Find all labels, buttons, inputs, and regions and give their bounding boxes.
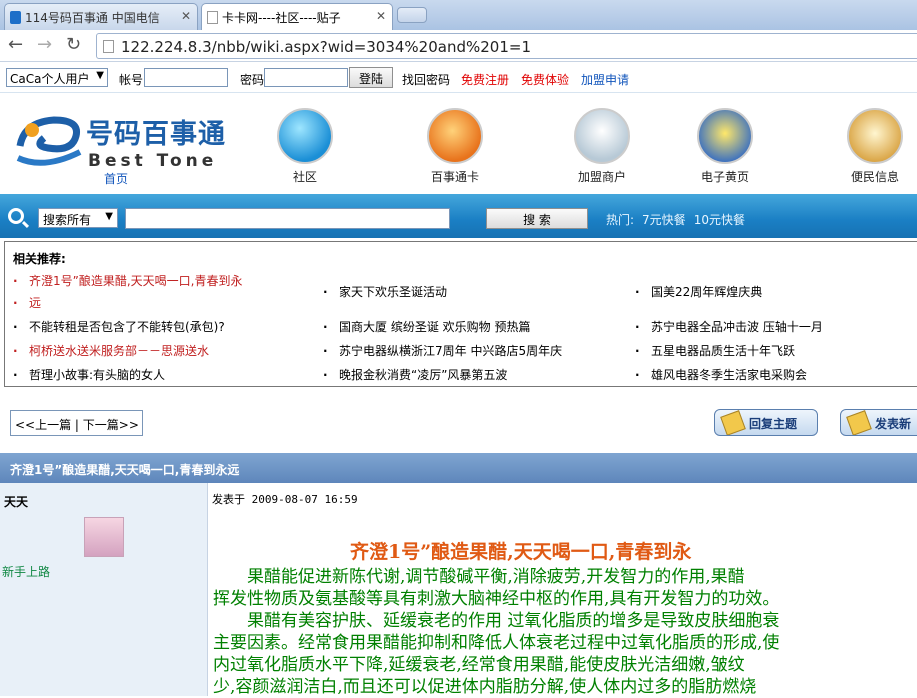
recommend-link[interactable]: 雄风电器冬季生活家电采购会 bbox=[635, 366, 807, 384]
avatar bbox=[84, 517, 124, 557]
post-title: 齐澄1号”酿造果醋,天天喝一口,青春到永 bbox=[350, 541, 692, 563]
recommend-link[interactable]: 国商大厦 缤纷圣诞 欢乐购物 预热篇 bbox=[323, 318, 530, 336]
pen-icon bbox=[720, 410, 746, 435]
nav-label: 电子黄页 bbox=[700, 170, 749, 184]
new-post-label: 发表新 bbox=[875, 417, 912, 431]
post-meta: 发表于 2009-08-07 16:59 bbox=[212, 493, 358, 506]
post-body: 果醋能促进新陈代谢,调节酸碱平衡,消除疲劳,开发智力的作用,果醋 挥发性物质及氨… bbox=[213, 566, 917, 698]
body-line: 少,容颜滋润洁白,而且还可以促进体内脂肪分解,使人体内过多的脂肪燃烧 bbox=[213, 677, 757, 697]
nav-label: 社区 bbox=[292, 170, 317, 184]
card-icon bbox=[427, 108, 483, 164]
author-panel: 天天 新手上路 bbox=[0, 483, 208, 696]
page-icon bbox=[103, 40, 114, 53]
body-line: 内过氧化脂质水平下降,延缓衰老,经常食用果醋,能使皮肤光洁细嫩,皱纹 bbox=[213, 655, 745, 675]
forward-arrow-icon[interactable]: → bbox=[37, 34, 52, 55]
reload-icon[interactable]: ↻ bbox=[66, 34, 81, 55]
prev-next-pager[interactable]: <<上一篇 | 下一篇>> bbox=[10, 410, 143, 436]
search-input[interactable] bbox=[125, 208, 450, 229]
yellowpages-icon bbox=[697, 108, 753, 164]
url-text: 122.224.8.3/nbb/wiki.aspx?wid=3034%20and… bbox=[121, 38, 531, 56]
body-line: 挥发性物质及氨基酸等具有刺激大脑神经中枢的作用,具有开发智力的功效。 bbox=[213, 589, 780, 609]
browser-tab-2[interactable]: 卡卡网----社区----贴子 ✕ bbox=[201, 3, 393, 31]
account-label: 帐号 bbox=[119, 73, 144, 87]
author-rank: 新手上路 bbox=[2, 565, 51, 579]
nav-label: 加盟商户 bbox=[577, 170, 626, 184]
forgot-password-link[interactable]: 找回密码 bbox=[402, 71, 450, 88]
best-tone-logo[interactable] bbox=[14, 108, 90, 173]
account-input[interactable] bbox=[144, 68, 228, 87]
reply-label: 回复主题 bbox=[749, 417, 798, 431]
search-button[interactable]: 搜 索 bbox=[486, 208, 588, 229]
recommend-link[interactable]: 柯桥送水送米服务部－－思源送水 bbox=[13, 342, 209, 360]
author-name[interactable]: 天天 bbox=[4, 493, 28, 510]
recommend-link[interactable]: 不能转租是否包含了不能转包(承包)? bbox=[13, 318, 225, 336]
site-favicon-icon bbox=[10, 11, 21, 24]
recommend-title: 相关推荐: bbox=[13, 252, 66, 266]
register-link[interactable]: 免费注册 bbox=[461, 71, 509, 88]
body-line: 主要因素。经常食用果醋能抑制和降低人体衰老过程中过氧化脂质的形成,使 bbox=[213, 633, 780, 653]
user-type-value: CaCa个人用户 bbox=[10, 72, 90, 86]
address-bar[interactable]: 122.224.8.3/nbb/wiki.aspx?wid=3034%20and… bbox=[96, 33, 917, 59]
search-scope-select[interactable]: 搜索所有 ▼ bbox=[38, 208, 118, 228]
pen-icon bbox=[846, 410, 872, 435]
recommend-link[interactable]: 五星电器品质生活十年飞跃 bbox=[635, 342, 795, 360]
user-type-select[interactable]: CaCa个人用户 ▼ bbox=[6, 68, 108, 87]
new-tab-button[interactable] bbox=[397, 7, 427, 23]
hot-searches: 热门: 7元快餐 10元快餐 bbox=[606, 211, 753, 228]
related-recommendations: 相关推荐: 齐澄1号”酿造果醋,天天喝一口,青春到永 远 家天下欢乐圣诞活动 国… bbox=[4, 241, 917, 387]
site-header: 号码百事通 Best Tone 首页 社区 百事通卡 加盟商户 电子黄页 便民信… bbox=[0, 94, 917, 194]
book-icon bbox=[847, 108, 903, 164]
browser-tab-bar: 114号码百事通 中国电信 ✕ 卡卡网----社区----贴子 ✕ bbox=[0, 0, 917, 31]
dropdown-arrow-icon: ▼ bbox=[105, 211, 113, 222]
search-scope-value: 搜索所有 bbox=[43, 213, 92, 227]
password-input[interactable] bbox=[264, 68, 348, 87]
nav-label: 便民信息 bbox=[850, 170, 899, 184]
close-icon[interactable]: ✕ bbox=[181, 9, 191, 23]
login-bar: CaCa个人用户 ▼ 帐号 密码 登陆 找回密码 免费注册 免费体验 加盟申请 bbox=[0, 63, 917, 93]
tab-title: 卡卡网----社区----贴子 bbox=[222, 11, 341, 25]
smiley-icon bbox=[277, 108, 333, 164]
new-post-button[interactable]: 发表新 bbox=[840, 409, 917, 436]
search-icon bbox=[8, 208, 24, 224]
login-button[interactable]: 登陆 bbox=[349, 67, 393, 88]
shop-icon bbox=[574, 108, 630, 164]
nav-home[interactable]: 首页 bbox=[104, 170, 128, 187]
post-header: 齐澄1号”酿造果醋,天天喝一口,青春到永远 bbox=[0, 453, 917, 483]
tab-title: 114号码百事通 中国电信 bbox=[25, 11, 160, 25]
page-favicon-icon bbox=[207, 11, 218, 24]
browser-tab-1[interactable]: 114号码百事通 中国电信 ✕ bbox=[4, 3, 198, 30]
join-link[interactable]: 加盟申请 bbox=[581, 71, 629, 88]
recommend-link[interactable]: 苏宁电器全品冲击波 压轴十一月 bbox=[635, 318, 823, 336]
logo-swirl-icon bbox=[16, 116, 82, 166]
logo-english: Best Tone bbox=[88, 151, 218, 171]
nav-label: 百事通卡 bbox=[430, 170, 479, 184]
hot-link[interactable]: 10元快餐 bbox=[694, 213, 745, 227]
nav-community[interactable]: 社区 bbox=[260, 108, 350, 185]
recommend-link[interactable]: 国美22周年辉煌庆典 bbox=[635, 283, 762, 301]
browser-toolbar: ← → ↻ 122.224.8.3/nbb/wiki.aspx?wid=3034… bbox=[0, 30, 917, 62]
recommend-link[interactable]: 苏宁电器纵横浙江7周年 中兴路店5周年庆 bbox=[323, 342, 562, 360]
password-label: 密码 bbox=[240, 73, 265, 87]
logo-chinese: 号码百事通 bbox=[86, 119, 226, 150]
close-icon[interactable]: ✕ bbox=[376, 9, 386, 23]
recommend-link[interactable]: 齐澄1号”酿造果醋,天天喝一口,青春到永 bbox=[13, 272, 243, 290]
search-bar: 搜索所有 ▼ 搜 索 热门: 7元快餐 10元快餐 bbox=[0, 194, 917, 238]
nav-card[interactable]: 百事通卡 bbox=[410, 108, 500, 185]
nav-yellow-pages[interactable]: 电子黄页 bbox=[680, 108, 770, 185]
hot-link[interactable]: 7元快餐 bbox=[642, 213, 686, 227]
recommend-link[interactable]: 哲理小故事:有头脑的女人 bbox=[13, 366, 165, 384]
recommend-link-continued[interactable]: 远 bbox=[13, 294, 41, 312]
body-line: 果醋有美容护肤、延缓衰老的作用 过氧化脂质的增多是导致皮肤细胞衰 bbox=[213, 611, 780, 631]
recommend-link[interactable]: 晚报金秋消费“凌厉”风暴第五波 bbox=[323, 366, 507, 384]
nav-merchants[interactable]: 加盟商户 bbox=[557, 108, 647, 185]
nav-info[interactable]: 便民信息 bbox=[830, 108, 917, 185]
recommend-link[interactable]: 家天下欢乐圣诞活动 bbox=[323, 283, 447, 301]
back-arrow-icon[interactable]: ← bbox=[8, 34, 23, 55]
hot-label: 热门: bbox=[606, 213, 635, 227]
reply-topic-button[interactable]: 回复主题 bbox=[714, 409, 818, 436]
trial-link[interactable]: 免费体验 bbox=[521, 71, 569, 88]
body-line: 果醋能促进新陈代谢,调节酸碱平衡,消除疲劳,开发智力的作用,果醋 bbox=[213, 567, 745, 587]
dropdown-arrow-icon: ▼ bbox=[96, 70, 104, 81]
